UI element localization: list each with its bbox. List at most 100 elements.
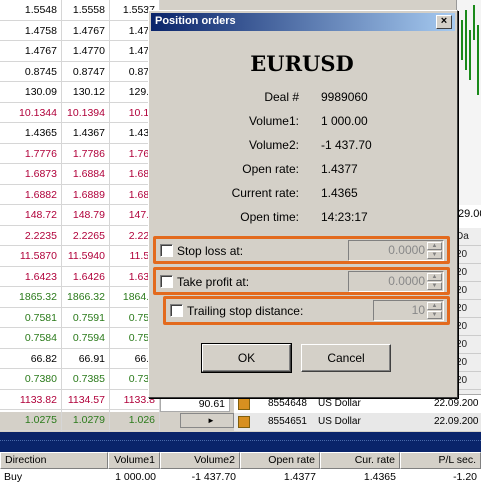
symbol-heading: EURUSD: [250, 51, 354, 76]
position-open-rate[interactable]: 1.4377: [240, 469, 320, 486]
table-row[interactable]: 1.4758 1.4767 1.475: [0, 20, 160, 41]
trailing-stop-spinner[interactable]: 10 ▲ ▼: [373, 300, 444, 321]
open-rate-value: 1.4377: [321, 162, 358, 176]
quote-cell: 1.6889: [62, 184, 110, 205]
trailing-stop-value: 10: [411, 303, 425, 317]
quote-cell: 1.4758: [0, 20, 62, 41]
quote-cell: 10.1344: [0, 102, 62, 123]
quote-cell: 1.6426: [62, 266, 110, 287]
spin-up-icon[interactable]: ▲: [427, 242, 442, 250]
take-profit-checkbox[interactable]: [160, 275, 173, 288]
ok-button[interactable]: OK: [201, 343, 292, 373]
close-button[interactable]: ×: [436, 15, 452, 29]
stop-loss-spinner[interactable]: 0.0000 ▲ ▼: [348, 240, 444, 261]
column-header-pl-sec[interactable]: P/L sec.: [400, 452, 481, 469]
quote-cell: 1.4367: [62, 123, 110, 143]
candle-mark: [461, 20, 463, 60]
spin-up-icon[interactable]: ▲: [427, 273, 442, 281]
table-row[interactable]: 11.5870 11.5940 11.52: [0, 246, 160, 267]
quote-cell: 1865.32: [0, 287, 62, 307]
position-direction[interactable]: Buy: [0, 469, 108, 486]
table-row[interactable]: 1.4767 1.4770 1.475: [0, 41, 160, 62]
table-row[interactable]: 1.6423 1.6426 1.637: [0, 266, 160, 287]
quote-cell: 1.5558: [62, 0, 110, 20]
spin-down-icon[interactable]: ▼: [427, 282, 442, 290]
take-profit-spinner[interactable]: 0.0000 ▲ ▼: [348, 271, 444, 292]
table-row[interactable]: 2.2235 2.2265 2.221: [0, 225, 160, 246]
spin-up-icon[interactable]: ▲: [427, 302, 442, 310]
open-time-value: 14:23:17: [321, 210, 368, 224]
dialog-title: Position orders: [155, 15, 236, 27]
quote-cell: 1.4770: [62, 41, 110, 61]
scroll-right-arrow-icon[interactable]: ►: [205, 414, 217, 427]
orders-table: 8554648 US Dollar 22.09.200 8554651 US D…: [234, 394, 481, 431]
table-row[interactable]: 1.7776 1.7786 1.768: [0, 143, 160, 164]
quote-cell: 1133.82: [0, 389, 62, 410]
open-time-label: Open time:: [240, 210, 299, 224]
position-volume2[interactable]: -1 437.70: [160, 469, 240, 486]
cancel-button[interactable]: Cancel: [301, 344, 391, 372]
chart-date-label: 29.00: [458, 208, 481, 220]
position-cur-rate[interactable]: 1.4365: [320, 469, 400, 486]
take-profit-value: 0.0000: [388, 274, 425, 288]
table-cell: 20: [456, 264, 481, 282]
table-row[interactable]: 1.6873 1.6884 1.687: [0, 164, 160, 185]
table-row[interactable]: 1133.82 1134.57 1133.8: [0, 389, 160, 410]
position-volume1[interactable]: 1 000.00: [108, 469, 160, 486]
table-row[interactable]: 1865.32 1866.32 1864.9: [0, 287, 160, 308]
column-header-open-rate[interactable]: Open rate: [240, 452, 320, 469]
table-row[interactable]: 1.5548 1.5558 1.5537: [0, 0, 160, 21]
take-profit-label: Take profit at:: [177, 275, 250, 289]
deal-label: Deal #: [264, 90, 299, 104]
quote-cell: 130.12: [62, 82, 110, 102]
column-header-volume2[interactable]: Volume2: [160, 452, 240, 469]
dialog-titlebar[interactable]: Position orders ×: [151, 13, 455, 31]
column-header-cur-rate[interactable]: Cur. rate: [320, 452, 400, 469]
quote-cell: 2.2235: [0, 225, 62, 246]
order-id: 8554651: [268, 416, 307, 427]
table-cell: 20: [456, 354, 481, 372]
table-row[interactable]: 1.6882 1.6889 1.687: [0, 184, 160, 205]
quote-cell: 66.82: [0, 348, 62, 369]
quote-cell: 1.6882: [0, 184, 62, 205]
table-cell: Da: [456, 228, 481, 246]
quote-cell: 130.09: [0, 82, 62, 102]
price-chart: [456, 0, 481, 205]
volume2-label: Volume2:: [248, 138, 299, 152]
table-row[interactable]: 130.09 130.12 129.9: [0, 82, 160, 103]
candle-mark: [473, 5, 475, 40]
spin-down-icon[interactable]: ▼: [427, 251, 442, 259]
quote-cell: 1.6884: [62, 164, 110, 184]
volume1-label: Volume1:: [248, 114, 299, 128]
table-row[interactable]: 0.7380 0.7385 0.737: [0, 369, 160, 390]
table-row[interactable]: 0.7581 0.7591 0.757: [0, 307, 160, 328]
table-row[interactable]: 1.0275 1.0279 1.026: [0, 410, 160, 431]
quotes-table: 1.5548 1.5558 1.5537 1.4758 1.4767 1.475 1.476…: [0, 0, 160, 492]
volume1-value: 1 000.00: [321, 114, 368, 128]
table-row[interactable]: 0.8745 0.8747 0.873: [0, 61, 160, 82]
table-row[interactable]: 66.82 66.91 66.7: [0, 348, 160, 369]
table-row[interactable]: 8554651 US Dollar 22.09.200: [234, 413, 481, 431]
table-cell: 20: [456, 318, 481, 336]
column-header-volume1[interactable]: Volume1: [108, 452, 160, 469]
position-pl-sec[interactable]: -1.20: [400, 469, 481, 486]
table-row[interactable]: 1.4365 1.4367 1.436: [0, 123, 160, 144]
trailing-stop-checkbox[interactable]: [170, 304, 183, 317]
column-header-direction[interactable]: Direction: [0, 452, 108, 469]
table-row[interactable]: 10.1344 10.1394 10.13: [0, 102, 160, 123]
quote-cell: 11.5870: [0, 246, 62, 266]
stop-loss-checkbox[interactable]: [160, 244, 173, 257]
quote-cell: 1.7776: [0, 143, 62, 164]
table-row[interactable]: 0.7584 0.7594 0.757: [0, 328, 160, 349]
current-rate-value: 1.4365: [321, 186, 358, 200]
quote-cell: 1.6423: [0, 266, 62, 287]
order-icon: [238, 398, 250, 410]
order-currency: US Dollar: [318, 416, 361, 427]
quote-cell: 0.7591: [62, 307, 110, 328]
candle-mark: [465, 10, 467, 70]
table-row[interactable]: 148.72 148.79 147.8: [0, 205, 160, 226]
candle-mark: [477, 25, 479, 95]
quote-cell: 66.91: [62, 348, 110, 369]
quote-cell: 1.0279: [62, 410, 110, 430]
spin-down-icon[interactable]: ▼: [427, 311, 442, 319]
